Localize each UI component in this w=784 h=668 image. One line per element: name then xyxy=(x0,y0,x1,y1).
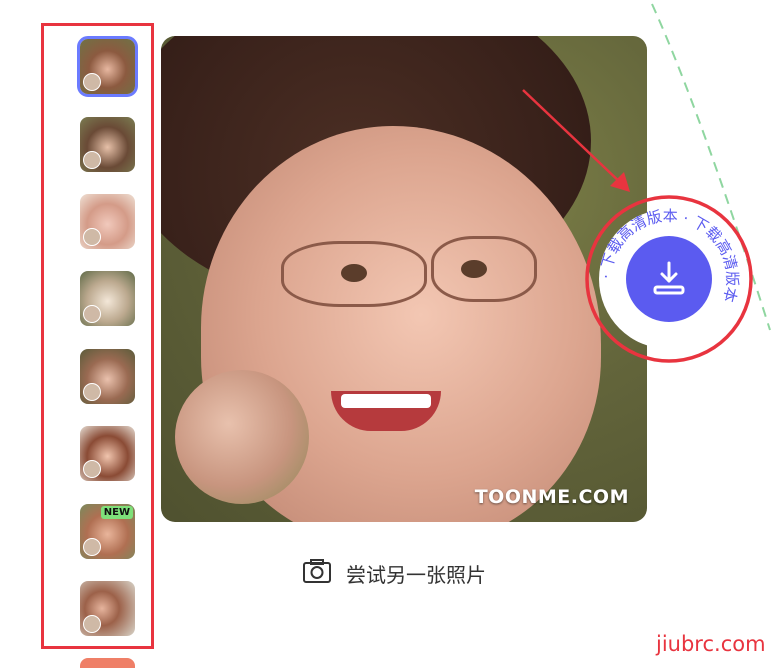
annotation-arrow-line xyxy=(522,89,625,187)
download-hd-button[interactable]: · 下载高清版本 · 下载高清版本 xyxy=(583,194,753,364)
site-watermark: jiubrc.com xyxy=(656,632,766,656)
